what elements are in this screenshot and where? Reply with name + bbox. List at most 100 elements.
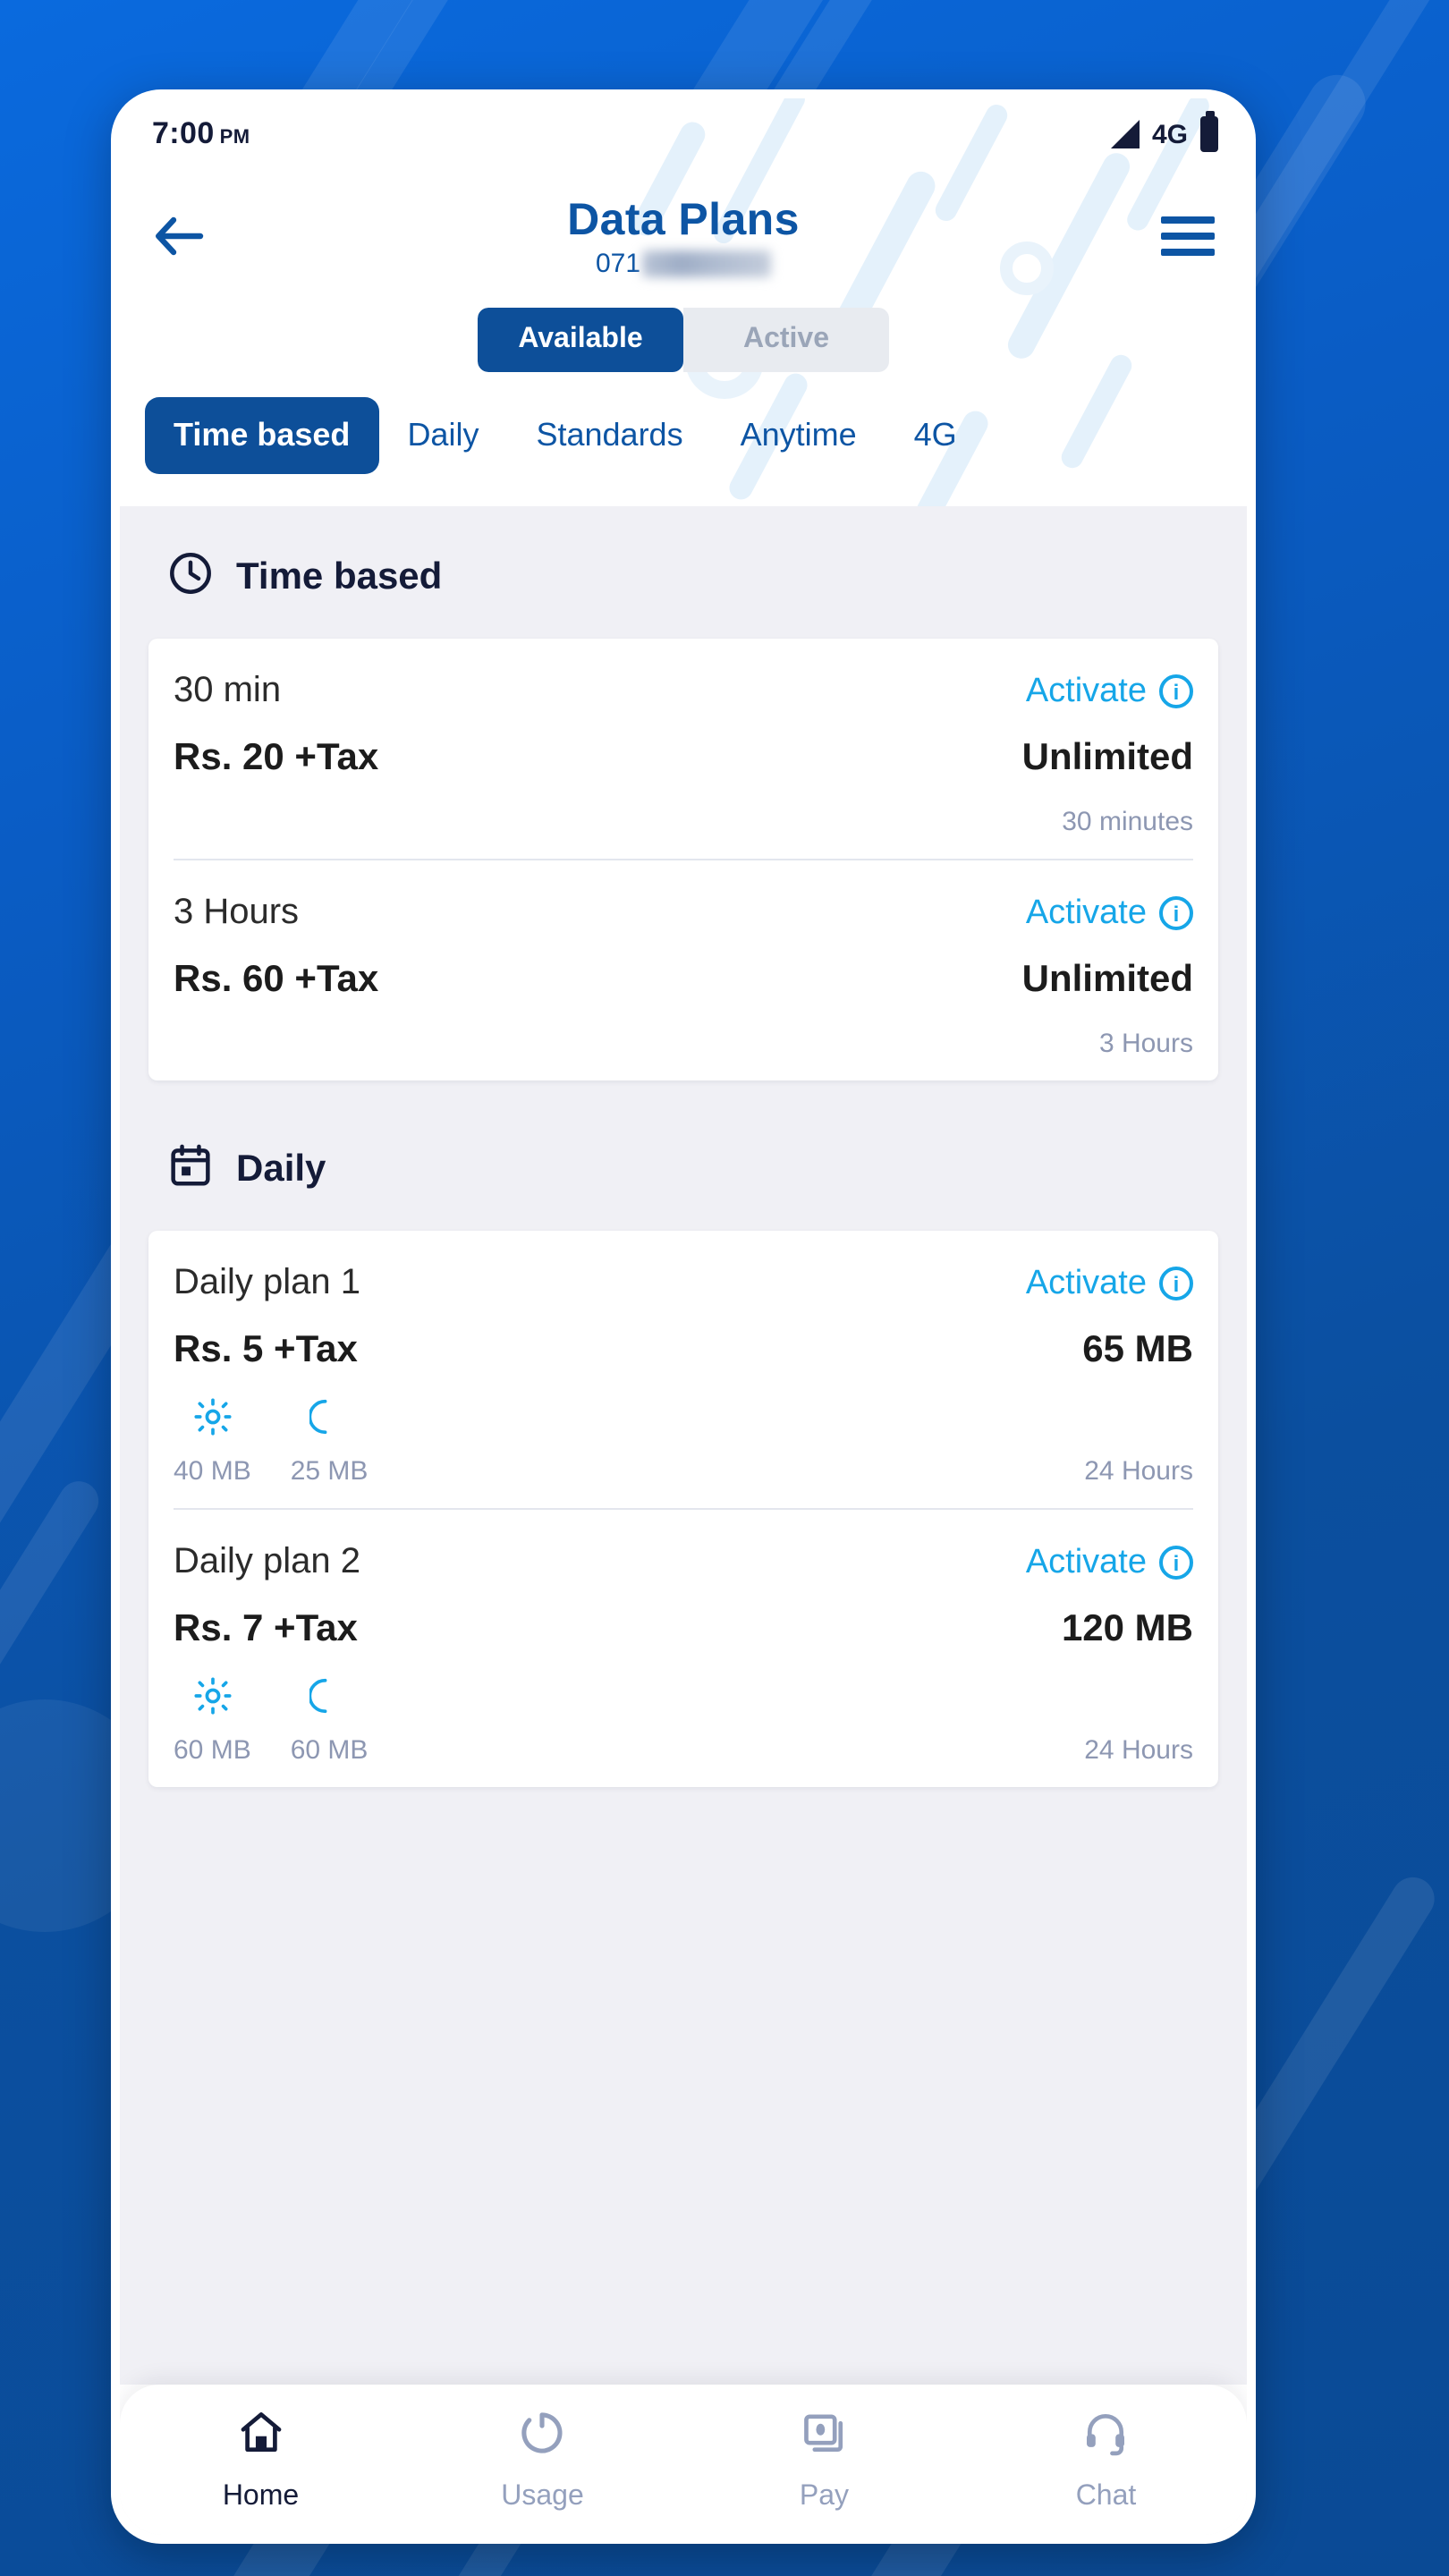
phone-screen: 7:00 PM 4G Data Plans 071 Available Acti… <box>120 98 1247 2535</box>
moon-icon <box>308 1397 349 1445</box>
plan-header: 30 min Activate i <box>174 671 1193 712</box>
plan-meta: 40 MB 25 MB 24 Hours <box>174 1397 1193 1487</box>
headset-icon <box>1081 2407 1131 2466</box>
plan-validity: 24 Hours <box>1084 1456 1193 1487</box>
tab-4g[interactable]: 4G <box>886 397 986 474</box>
segment-active[interactable]: Active <box>683 308 889 372</box>
segment-available[interactable]: Available <box>478 308 683 372</box>
category-tab-bar[interactable]: Time based Daily Standards Anytime 4G <box>120 372 1247 506</box>
nighttime-allowance: 60 MB <box>290 1676 369 1766</box>
plan-name: Daily plan 1 <box>174 1263 361 1302</box>
nav-item-pay[interactable]: Pay <box>683 2407 965 2512</box>
section-header-daily: Daily <box>120 1080 1247 1231</box>
plan-pricing: Rs. 7 +Tax 120 MB <box>174 1608 1193 1651</box>
nav-label: Pay <box>799 2480 850 2511</box>
nav-label: Usage <box>501 2480 584 2511</box>
plan-name: Daily plan 2 <box>174 1542 361 1581</box>
plans-card-daily: Daily plan 1 Activate i Rs. 5 +Tax 65 MB <box>148 1231 1218 1787</box>
plan-price: Rs. 60 +Tax <box>174 959 379 1000</box>
status-bar: 7:00 PM 4G <box>120 98 1247 170</box>
plan-split-volumes: 40 MB 25 MB <box>174 1397 368 1487</box>
tab-standards[interactable]: Standards <box>507 397 711 474</box>
nighttime-value: 60 MB <box>290 1735 369 1766</box>
tab-anytime[interactable]: Anytime <box>712 397 886 474</box>
plan-volume: Unlimited <box>1021 959 1193 1000</box>
nav-item-usage[interactable]: Usage <box>402 2407 683 2512</box>
status-time-value: 7:00 <box>152 116 215 150</box>
nav-item-home[interactable]: Home <box>120 2407 402 2512</box>
plan-pricing: Rs. 5 +Tax 65 MB <box>174 1329 1193 1372</box>
plan-meta: 30 minutes <box>174 805 1193 837</box>
plan-volume: 65 MB <box>1082 1329 1193 1370</box>
plan-price: Rs. 7 +Tax <box>174 1608 358 1649</box>
network-type-label: 4G <box>1151 119 1188 149</box>
activate-button[interactable]: Activate i <box>1026 672 1193 711</box>
scroll-spacer <box>120 1787 1247 1859</box>
info-icon[interactable]: i <box>1159 1267 1193 1301</box>
plan-header: 3 Hours Activate i <box>174 893 1193 934</box>
section-title: Time based <box>236 556 443 597</box>
plan-row[interactable]: Daily plan 1 Activate i Rs. 5 +Tax 65 MB <box>174 1231 1193 1508</box>
plan-header: Daily plan 1 Activate i <box>174 1263 1193 1304</box>
plan-pricing: Rs. 20 +Tax Unlimited <box>174 737 1193 780</box>
plan-validity: 24 Hours <box>1084 1735 1193 1766</box>
availability-segmented-control: Available Active <box>478 308 889 372</box>
section-title: Daily <box>236 1148 326 1190</box>
activate-label: Activate <box>1025 894 1147 931</box>
daytime-value: 40 MB <box>174 1456 251 1487</box>
msisdn-prefix: 071 <box>595 249 641 279</box>
clock-icon <box>166 549 215 606</box>
app-bar-titles: Data Plans 071 <box>234 195 1132 279</box>
plan-header: Daily plan 2 Activate i <box>174 1542 1193 1583</box>
activate-label: Activate <box>1025 1264 1147 1301</box>
nav-label: Chat <box>1075 2480 1137 2511</box>
plan-validity: 30 minutes <box>1062 807 1193 837</box>
activate-label: Activate <box>1025 672 1147 709</box>
signal-triangle-icon <box>1110 120 1140 148</box>
plan-split-volumes: 60 MB 60 MB <box>174 1676 368 1766</box>
tab-time-based[interactable]: Time based <box>145 397 379 474</box>
home-icon <box>236 2407 286 2466</box>
nav-item-chat[interactable]: Chat <box>965 2407 1247 2512</box>
hamburger-menu-icon[interactable] <box>1132 195 1215 256</box>
plans-card-time-based: 30 min Activate i Rs. 20 +Tax Unlimited … <box>148 639 1218 1080</box>
plan-row[interactable]: Daily plan 2 Activate i Rs. 7 +Tax 120 M… <box>174 1508 1193 1787</box>
status-indicators: 4G <box>1110 111 1218 152</box>
moon-icon <box>308 1676 349 1724</box>
info-icon[interactable]: i <box>1159 1546 1193 1580</box>
bottom-navigation-bar: Home Usage Pay Chat <box>120 2385 1247 2535</box>
sun-icon <box>192 1397 232 1445</box>
calendar-icon <box>166 1141 215 1199</box>
info-icon[interactable]: i <box>1159 896 1193 930</box>
battery-full-icon <box>1200 111 1218 152</box>
status-time-ampm: PM <box>219 127 250 148</box>
plan-volume: 120 MB <box>1061 1608 1193 1649</box>
plan-row[interactable]: 30 min Activate i Rs. 20 +Tax Unlimited … <box>174 639 1193 859</box>
section-header-time-based: Time based <box>120 506 1247 639</box>
nighttime-allowance: 25 MB <box>291 1397 368 1487</box>
plan-validity: 3 Hours <box>1098 1029 1193 1059</box>
status-time: 7:00 PM <box>152 116 250 152</box>
activate-label: Activate <box>1025 1543 1147 1580</box>
card-icon <box>800 2407 850 2466</box>
refresh-icon <box>518 2407 568 2466</box>
info-icon[interactable]: i <box>1159 674 1193 708</box>
daytime-allowance: 60 MB <box>174 1676 251 1766</box>
sun-icon <box>192 1676 232 1724</box>
plan-name: 30 min <box>174 671 282 710</box>
plans-scroll-area[interactable]: Time based 30 min Activate i Rs. 20 +Tax… <box>120 506 1247 2385</box>
msisdn-masked-digits <box>642 250 772 277</box>
plan-row[interactable]: 3 Hours Activate i Rs. 60 +Tax Unlimited… <box>174 859 1193 1080</box>
activate-button[interactable]: Activate i <box>1026 1264 1193 1303</box>
tab-daily[interactable]: Daily <box>378 397 507 474</box>
page-title: Data Plans <box>567 195 800 245</box>
daytime-value: 60 MB <box>174 1735 251 1766</box>
plan-price: Rs. 20 +Tax <box>174 737 379 778</box>
back-arrow-icon[interactable] <box>152 195 234 268</box>
plan-name: 3 Hours <box>174 893 300 932</box>
activate-button[interactable]: Activate i <box>1026 894 1193 933</box>
activate-button[interactable]: Activate i <box>1026 1543 1193 1582</box>
msisdn-label: 071 <box>234 249 1132 279</box>
plan-volume: Unlimited <box>1021 737 1193 778</box>
app-bar: Data Plans 071 <box>120 170 1247 279</box>
